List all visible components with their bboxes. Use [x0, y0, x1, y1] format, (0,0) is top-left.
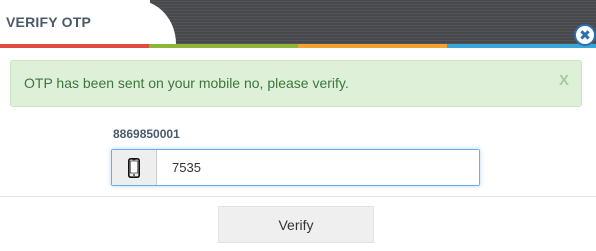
strip-red	[0, 44, 149, 48]
input-addon	[112, 150, 157, 185]
verify-button[interactable]: Verify	[218, 206, 374, 243]
mobile-number-label: 8869850001	[113, 127, 180, 141]
header-background	[150, 0, 596, 44]
close-icon: ✖	[579, 27, 591, 43]
dialog-header: VERIFY OTP	[0, 0, 596, 44]
header-title-tab: VERIFY OTP	[0, 0, 176, 44]
footer-divider	[0, 196, 596, 197]
strip-green	[149, 44, 298, 48]
close-dialog-button[interactable]: ✖	[574, 24, 596, 46]
header-color-strip	[0, 44, 596, 48]
alert-dismiss-button[interactable]: X	[559, 72, 569, 89]
strip-blue	[447, 44, 596, 48]
otp-input-group	[111, 149, 480, 186]
alert-message: OTP has been sent on your mobile no, ple…	[24, 75, 349, 91]
otp-input[interactable]	[157, 150, 479, 185]
mobile-phone-icon	[128, 157, 140, 178]
strip-orange	[298, 44, 447, 48]
verify-otp-dialog: VERIFY OTP ✖ OTP has been sent on your m…	[0, 0, 596, 251]
otp-sent-alert: OTP has been sent on your mobile no, ple…	[10, 60, 582, 107]
dialog-title: VERIFY OTP	[6, 14, 91, 30]
